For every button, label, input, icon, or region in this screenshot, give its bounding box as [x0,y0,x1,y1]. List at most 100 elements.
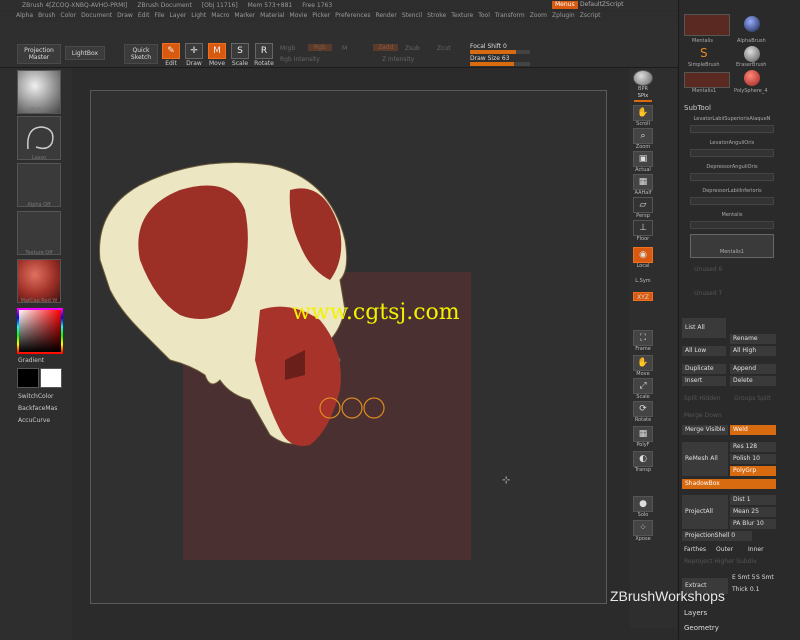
shadowbox-button[interactable]: ShadowBox [682,479,776,489]
transpose-ring-3[interactable] [363,397,385,419]
polish-slider[interactable]: Polish 10 [730,454,776,464]
simplebrush-icon[interactable]: S [700,46,712,60]
xpose-button[interactable]: ⁘ Xpose [632,520,654,542]
menu-alpha[interactable]: Alpha [16,11,38,22]
projectall-button[interactable]: ProjectAll [682,495,728,529]
z-intensity-slider[interactable]: Z Intensity [382,56,414,63]
material-thumb[interactable] [17,259,61,303]
merge-visible-button[interactable]: Merge Visible [682,425,728,435]
menu-draw[interactable]: Draw [117,11,138,22]
alpha-thumb[interactable] [17,163,61,207]
rgb-toggle[interactable]: Rgb [308,44,332,51]
menu-transform[interactable]: Transform [495,11,530,22]
lsym-button[interactable]: L.Sym [632,278,654,284]
actual-button[interactable]: ▣ Actual [632,151,654,173]
tool-mentalis1-thumb[interactable] [684,72,730,88]
geometry-section-header[interactable]: Geometry [684,624,719,632]
draw-mode-button[interactable]: ✛ Draw [183,43,205,69]
all-high-button[interactable]: All High [730,346,776,356]
texture-thumb[interactable] [17,211,61,255]
zsub-toggle[interactable]: Zsub [405,45,420,52]
layers-section-header[interactable]: Layers [684,609,707,617]
menu-color[interactable]: Color [60,11,81,22]
reproject-higher-subdiv-button[interactable]: Reproject Higher Subdiv [684,558,757,565]
subtool-item-1[interactable]: LevatorLabiiSuperiorisAlaqueN [690,116,774,136]
list-all-button[interactable]: List All [682,318,726,338]
menu-movie[interactable]: Movie [290,11,313,22]
append-button[interactable]: Append [730,364,776,374]
inner-toggle[interactable]: Inner [748,546,764,553]
zcut-toggle[interactable]: Zcut [437,45,451,52]
rotate-mode-button[interactable]: R Rotate [253,43,275,69]
polygrp-toggle[interactable]: PolyGrp [730,466,776,476]
split-hidden-button[interactable]: Split Hidden [684,395,721,402]
menu-zscript[interactable]: Zscript [580,11,606,22]
projection-master-button[interactable]: Projection Master [17,44,61,64]
menu-zplugin[interactable]: Zplugin [552,11,580,22]
insert-button[interactable]: Insert [682,376,726,386]
menu-brush[interactable]: Brush [38,11,60,22]
xyz-button[interactable]: XYZ [632,292,654,301]
subtool-item-4[interactable]: DepressorLabiiInferioris [690,188,774,208]
menu-marker[interactable]: Marker [234,11,260,22]
subtool-header[interactable]: SubTool [684,104,711,112]
move-view-button[interactable]: ✋ Move [632,355,654,377]
subtool-item-2[interactable]: LevatorAnguliOris [690,140,774,160]
alphabrush-icon[interactable] [744,16,760,32]
stroke-lasso-thumb[interactable] [17,116,61,160]
focal-shift-slider[interactable]: Focal Shift 0 [470,43,540,54]
menu-material[interactable]: Material [260,11,289,22]
m-toggle[interactable]: M [342,45,347,52]
eraserbrush-icon[interactable] [744,46,760,62]
projection-shell-slider[interactable]: ProjectionShell 0 [682,531,752,541]
color-picker[interactable] [17,308,63,354]
switch-color-button[interactable]: SwitchColor [18,393,54,400]
backface-mask-toggle[interactable]: BackfaceMas [18,405,57,412]
menu-zoom[interactable]: Zoom [530,11,552,22]
menu-light[interactable]: Light [191,11,211,22]
e-smt-slider[interactable]: E Smt 5 [732,574,755,581]
persp-button[interactable]: ▱ Persp [632,197,654,219]
polyf-button[interactable]: ▦ PolyF [632,426,654,448]
weld-toggle[interactable]: Weld [730,425,776,435]
menus-toggle-button[interactable]: Menus [552,1,578,9]
subtool-item-5[interactable]: Mentalis [690,212,774,232]
menu-picker[interactable]: Picker [312,11,335,22]
delete-button[interactable]: Delete [730,376,776,386]
secondary-color-swatch[interactable] [40,368,62,388]
menu-preferences[interactable]: Preferences [335,11,375,22]
draw-size-slider[interactable]: Draw Size 63 [470,55,540,66]
rename-button[interactable]: Rename [730,334,776,344]
polysphere-icon[interactable] [744,70,760,86]
menu-stencil[interactable]: Stencil [402,11,427,22]
quick-sketch-button[interactable]: Quick Sketch [124,44,158,64]
edit-mode-button[interactable]: ✎ Edit [160,43,182,69]
groups-split-button[interactable]: Groups Split [734,395,771,402]
menu-render[interactable]: Render [375,11,401,22]
s-smt-slider[interactable]: S Smt [756,574,774,581]
move-mode-button[interactable]: M Move [206,43,228,69]
local-button[interactable]: ◉ Local [632,247,654,269]
scale-mode-button[interactable]: S Scale [229,43,251,69]
menu-stroke[interactable]: Stroke [427,11,451,22]
pa-blur-slider[interactable]: PA Blur 10 [730,519,776,529]
zoom-button[interactable]: ⌕ Zoom [632,128,654,150]
lightbox-button[interactable]: LightBox [65,46,105,60]
menu-file[interactable]: File [154,11,169,22]
transpose-ring-2[interactable] [341,397,363,419]
menu-edit[interactable]: Edit [138,11,155,22]
mean-slider[interactable]: Mean 25 [730,507,776,517]
remesh-all-button[interactable]: ReMesh All [682,442,728,476]
mrgb-toggle[interactable]: Mrgb [280,45,295,52]
merge-down-button[interactable]: Merge Down [684,412,722,419]
transp-button[interactable]: ◐ Transp [632,451,654,473]
aahalf-button[interactable]: ▦ AAHalf [632,174,654,196]
tool-mentalis-thumb[interactable] [684,14,730,36]
thick-slider[interactable]: Thick 0.1 [732,586,759,593]
subtool-item-3[interactable]: DepressorAnguliOris [690,164,774,184]
duplicate-button[interactable]: Duplicate [682,364,726,374]
frame-button[interactable]: ⛶ Frame [632,330,654,352]
scale-view-button[interactable]: ⤢ Scale [632,378,654,400]
floor-button[interactable]: ⊥ Floor [632,220,654,242]
zadd-toggle[interactable]: Zadd [373,44,399,51]
